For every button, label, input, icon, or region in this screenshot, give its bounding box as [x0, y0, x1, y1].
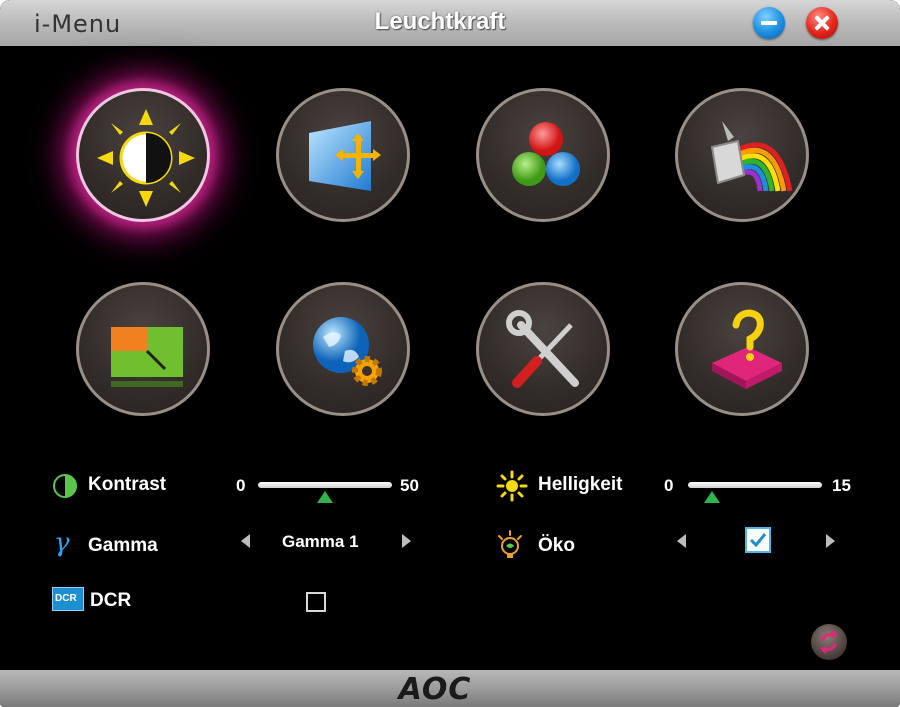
- eco-checkbox[interactable]: [745, 527, 771, 553]
- gamma-icon: γ: [54, 528, 70, 558]
- brightness-min: 0: [664, 476, 674, 495]
- gamma-next-button[interactable]: [402, 534, 411, 548]
- luminance-icon[interactable]: [76, 88, 210, 222]
- footer-bar: AOC: [0, 670, 900, 707]
- eco-label: Öko: [538, 535, 575, 556]
- main-panel: Kontrast 0 50 Helligkeit 0 15 γ Gamma Ga…: [6, 46, 894, 670]
- dcr-checkbox[interactable]: [306, 592, 326, 612]
- contrast-label: Kontrast: [88, 474, 167, 495]
- refresh-icon[interactable]: [811, 624, 847, 660]
- extra-icon[interactable]: [476, 282, 610, 416]
- brightness-slider-track[interactable]: [688, 482, 822, 488]
- exit-icon[interactable]: [675, 282, 809, 416]
- color-boost-icon[interactable]: [675, 88, 809, 222]
- minimize-icon[interactable]: [753, 7, 785, 39]
- gamma-value: Gamma 1: [282, 532, 359, 551]
- contrast-max: 50: [400, 476, 419, 495]
- contrast-icon: [53, 474, 77, 498]
- dcr-label: DCR: [90, 590, 132, 611]
- eco-prev-button[interactable]: [677, 534, 686, 548]
- brightness-icon: [496, 470, 528, 502]
- color-temperature-icon[interactable]: [476, 88, 610, 222]
- gamma-prev-button[interactable]: [241, 534, 250, 548]
- close-icon[interactable]: [806, 7, 838, 39]
- image-setup-icon[interactable]: [276, 88, 410, 222]
- window-title: Leuchtkraft: [374, 8, 506, 35]
- aoc-logo: AOC: [398, 672, 472, 707]
- picture-boost-icon[interactable]: [76, 282, 210, 416]
- brightness-slider-thumb[interactable]: [704, 491, 721, 503]
- brightness-label: Helligkeit: [538, 474, 623, 495]
- eco-icon: [498, 530, 522, 558]
- contrast-slider-thumb[interactable]: [317, 491, 333, 503]
- gamma-label: Gamma: [88, 535, 158, 556]
- contrast-slider-track[interactable]: [258, 482, 392, 488]
- brightness-max: 15: [832, 476, 851, 495]
- i-menu-window: i-Menu Leuchtkraft Kontrast 0 50 Helligk…: [0, 0, 900, 707]
- dcr-icon: DCR: [52, 587, 84, 611]
- eco-next-button[interactable]: [826, 534, 835, 548]
- title-bar[interactable]: i-Menu Leuchtkraft: [0, 0, 900, 46]
- osd-setup-icon[interactable]: [276, 282, 410, 416]
- contrast-min: 0: [236, 476, 246, 495]
